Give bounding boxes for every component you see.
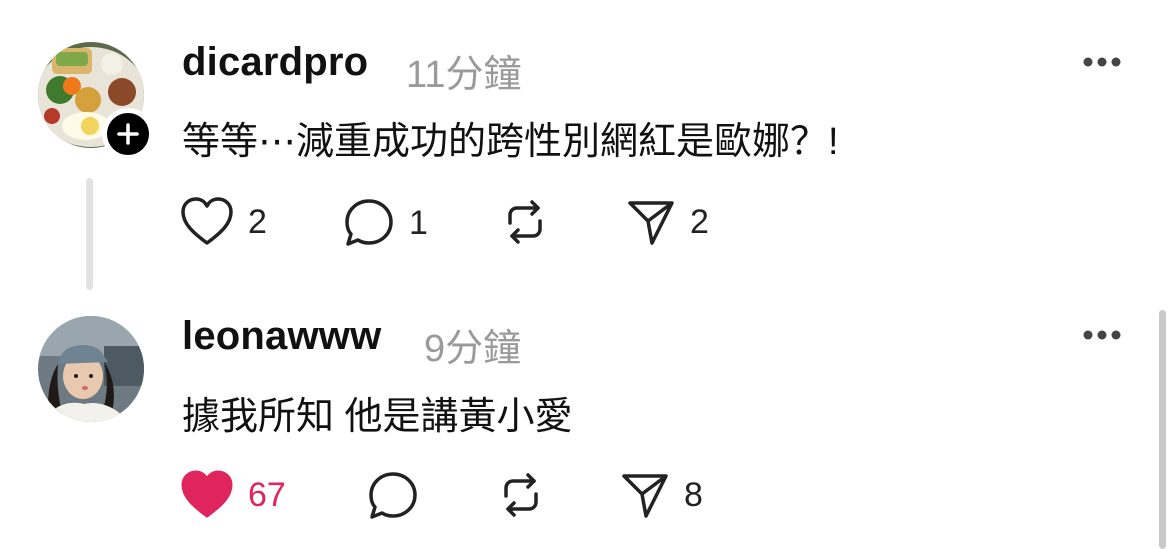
comment-icon	[345, 199, 393, 246]
heart-icon	[181, 197, 233, 245]
share-count: 2	[690, 202, 709, 241]
like-button[interactable]: 2	[180, 197, 267, 247]
repost-button[interactable]	[496, 470, 546, 520]
username[interactable]: dicardpro	[182, 40, 368, 85]
like-button[interactable]: 67	[180, 470, 286, 520]
more-options-button[interactable]	[1082, 52, 1122, 72]
more-options-button[interactable]	[1082, 325, 1122, 345]
share-icon	[628, 201, 674, 245]
comment-text: 等等⋯減重成功的跨性別網紅是歐娜？!	[182, 121, 839, 163]
share-button[interactable]: 8	[620, 470, 703, 520]
like-count: 67	[248, 475, 286, 514]
follow-button[interactable]	[102, 108, 154, 160]
comment-text: 據我所知 他是講黃小愛	[182, 396, 573, 438]
reply-button[interactable]: 1	[343, 197, 428, 249]
username[interactable]: leonawww	[182, 314, 381, 359]
timestamp: 11分鐘	[406, 54, 522, 96]
repost-button[interactable]	[500, 197, 550, 247]
reply-count: 1	[409, 203, 428, 242]
plus-icon	[117, 123, 139, 145]
like-count: 2	[248, 202, 267, 241]
share-icon	[622, 474, 668, 518]
share-count: 8	[684, 475, 703, 514]
repost-icon	[504, 473, 538, 517]
reply-button[interactable]	[367, 470, 419, 522]
timestamp: 9分鐘	[424, 328, 522, 370]
thread-line	[86, 178, 93, 290]
share-button[interactable]: 2	[626, 197, 709, 247]
avatar[interactable]	[38, 316, 144, 422]
repost-icon	[508, 200, 542, 244]
scrollbar[interactable]	[1159, 310, 1166, 549]
heart-icon	[181, 470, 233, 518]
more-icon	[1083, 57, 1121, 67]
comment-icon	[369, 472, 417, 519]
more-icon	[1083, 330, 1121, 340]
